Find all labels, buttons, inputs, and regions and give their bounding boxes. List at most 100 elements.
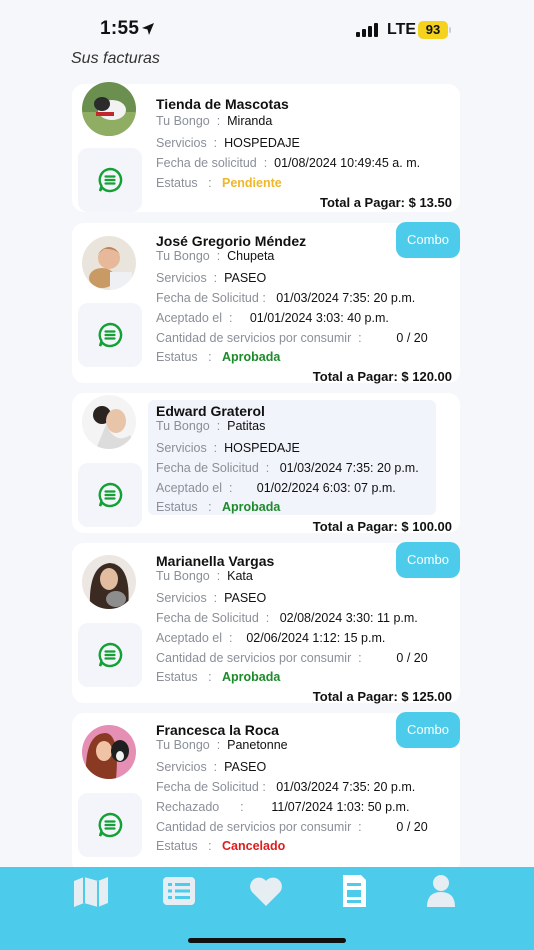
status-row: Estatus : Cancelado bbox=[156, 839, 286, 853]
bongo-label: Tu Bongo bbox=[156, 569, 210, 583]
chat-button[interactable] bbox=[78, 793, 142, 857]
avatar bbox=[82, 395, 136, 449]
bongo-row: Tu Bongo : Patitas bbox=[156, 419, 266, 433]
total-amount: Total a Pagar: $ 125.00 bbox=[312, 689, 452, 704]
service-label: Servicios bbox=[156, 441, 207, 455]
bongo-row: Tu Bongo : Chupeta bbox=[156, 249, 275, 263]
accepted-label: Aceptado el bbox=[156, 631, 223, 645]
signal-icon bbox=[356, 23, 378, 37]
rejected-value: 11/07/2024 1:03: 50 p.m. bbox=[271, 800, 410, 814]
document-icon[interactable] bbox=[334, 873, 374, 909]
total-amount: Total a Pagar: $ 100.00 bbox=[312, 519, 452, 534]
combo-badge[interactable]: Combo bbox=[396, 542, 460, 578]
bongo-row: Tu Bongo : Kata bbox=[156, 569, 253, 583]
page-title: Sus facturas bbox=[71, 50, 160, 67]
status-time: 1:55 bbox=[100, 18, 140, 39]
battery-tip bbox=[449, 27, 451, 33]
date-label: Fecha de solicitud bbox=[156, 156, 257, 170]
invoice-card[interactable]: Edward Graterol Tu Bongo : Patitas Servi… bbox=[72, 393, 460, 534]
map-icon[interactable] bbox=[71, 873, 111, 909]
status-badge: Aprobada bbox=[222, 500, 281, 514]
invoice-card[interactable]: Tienda de Mascotas Tu Bongo : Miranda Se… bbox=[72, 82, 460, 212]
chat-button[interactable] bbox=[78, 148, 142, 212]
consume-label: Cantidad de servicios por consumir bbox=[156, 331, 352, 345]
date-row: Fecha de Solicitud : 01/03/2024 7:35: 20… bbox=[156, 291, 416, 305]
client-name: Francesca la Roca bbox=[156, 722, 279, 738]
rejected-row: Rechazado : 11/07/2024 1:03: 50 p.m. bbox=[156, 800, 410, 814]
status-badge: Aprobada bbox=[222, 350, 281, 364]
date-label: Fecha de Solicitud bbox=[156, 780, 259, 794]
chat-button[interactable] bbox=[78, 623, 142, 687]
rejected-label: Rechazado bbox=[156, 800, 220, 814]
service-label: Servicios bbox=[156, 760, 207, 774]
date-value: 01/03/2024 7:35: 20 p.m. bbox=[276, 780, 416, 794]
date-value: 01/03/2024 7:35: 20 p.m. bbox=[279, 461, 419, 475]
accepted-value: 02/06/2024 1:12: 15 p.m. bbox=[246, 631, 386, 645]
combo-badge[interactable]: Combo bbox=[396, 712, 460, 748]
service-label: Servicios bbox=[156, 591, 207, 605]
date-value: 01/08/2024 10:49:45 a. m. bbox=[274, 156, 421, 170]
bongo-value: Chupeta bbox=[227, 249, 275, 263]
accepted-row: Aceptado el : 02/06/2024 1:12: 15 p.m. bbox=[156, 631, 386, 645]
avatar bbox=[82, 82, 136, 136]
date-value: 01/03/2024 7:35: 20 p.m. bbox=[276, 291, 416, 305]
service-row: Servicios : HOSPEDAJE bbox=[156, 441, 300, 455]
client-name: Marianella Vargas bbox=[156, 553, 275, 569]
service-row: Servicios : PASEO bbox=[156, 591, 267, 605]
invoice-card[interactable]: Combo Francesca la Roca Tu Bongo : Panet… bbox=[72, 712, 460, 873]
chat-icon bbox=[98, 482, 123, 508]
status-bar: 1:55 LTE 93 bbox=[0, 0, 534, 52]
client-name: Edward Graterol bbox=[156, 403, 265, 419]
bongo-value: Miranda bbox=[227, 114, 273, 128]
combo-badge[interactable]: Combo bbox=[396, 222, 460, 258]
chat-icon bbox=[98, 642, 123, 668]
service-label: Servicios bbox=[156, 136, 207, 150]
bongo-label: Tu Bongo bbox=[156, 738, 210, 752]
consume-label: Cantidad de servicios por consumir bbox=[156, 651, 352, 665]
invoice-card[interactable]: Combo José Gregorio Méndez Tu Bongo : Ch… bbox=[72, 222, 460, 384]
invoice-card[interactable]: Combo Marianella Vargas Tu Bongo : Kata … bbox=[72, 542, 460, 704]
status-label: Estatus bbox=[156, 670, 198, 684]
list-icon[interactable] bbox=[159, 873, 199, 909]
accepted-label: Aceptado el bbox=[156, 481, 223, 495]
date-label: Fecha de Solicitud bbox=[156, 461, 259, 475]
accepted-value: 01/02/2024 6:03: 07 p.m. bbox=[256, 481, 396, 495]
consume-value: 0 / 20 bbox=[396, 820, 428, 834]
consume-label: Cantidad de servicios por consumir bbox=[156, 820, 352, 834]
date-label: Fecha de Solicitud bbox=[156, 611, 259, 625]
chat-button[interactable] bbox=[78, 303, 142, 367]
service-row: Servicios : HOSPEDAJE bbox=[156, 136, 300, 150]
home-indicator bbox=[188, 938, 346, 943]
date-label: Fecha de Solicitud bbox=[156, 291, 259, 305]
bongo-label: Tu Bongo bbox=[156, 249, 210, 263]
service-value: PASEO bbox=[224, 591, 267, 605]
date-row: Fecha de Solicitud : 01/03/2024 7:35: 20… bbox=[156, 780, 416, 794]
accepted-row: Aceptado el : 01/01/2024 3:03: 40 p.m. bbox=[156, 311, 389, 325]
accepted-label: Aceptado el bbox=[156, 311, 223, 325]
chat-icon bbox=[98, 812, 123, 838]
total-amount: Total a Pagar: $ 120.00 bbox=[312, 369, 452, 384]
client-name: Tienda de Mascotas bbox=[156, 96, 289, 112]
service-row: Servicios : PASEO bbox=[156, 271, 267, 285]
chat-button[interactable] bbox=[78, 463, 142, 527]
service-value: PASEO bbox=[224, 760, 267, 774]
chat-icon bbox=[98, 167, 123, 193]
status-row: Estatus : Aprobada bbox=[156, 500, 281, 514]
avatar bbox=[82, 236, 136, 290]
bongo-value: Kata bbox=[227, 569, 253, 583]
total-amount: Total a Pagar: $ 13.50 bbox=[320, 195, 452, 210]
date-row: Fecha de Solicitud : 02/08/2024 3:30: 11… bbox=[156, 611, 418, 625]
status-badge: Cancelado bbox=[222, 839, 286, 853]
consume-row: Cantidad de servicios por consumir : 0 /… bbox=[156, 651, 428, 665]
status-row: Estatus : Aprobada bbox=[156, 350, 281, 364]
heart-icon[interactable] bbox=[246, 873, 286, 909]
bongo-label: Tu Bongo bbox=[156, 114, 210, 128]
accepted-value: 01/01/2024 3:03: 40 p.m. bbox=[249, 311, 389, 325]
bongo-label: Tu Bongo bbox=[156, 419, 210, 433]
date-row: Fecha de solicitud : 01/08/2024 10:49:45… bbox=[156, 156, 421, 170]
status-badge: Pendiente bbox=[222, 176, 282, 190]
accepted-row: Aceptado el : 01/02/2024 6:03: 07 p.m. bbox=[156, 481, 396, 495]
bongo-row: Tu Bongo : Miranda bbox=[156, 114, 273, 128]
status-row: Estatus : Pendiente bbox=[156, 176, 282, 190]
user-icon[interactable] bbox=[421, 873, 461, 909]
